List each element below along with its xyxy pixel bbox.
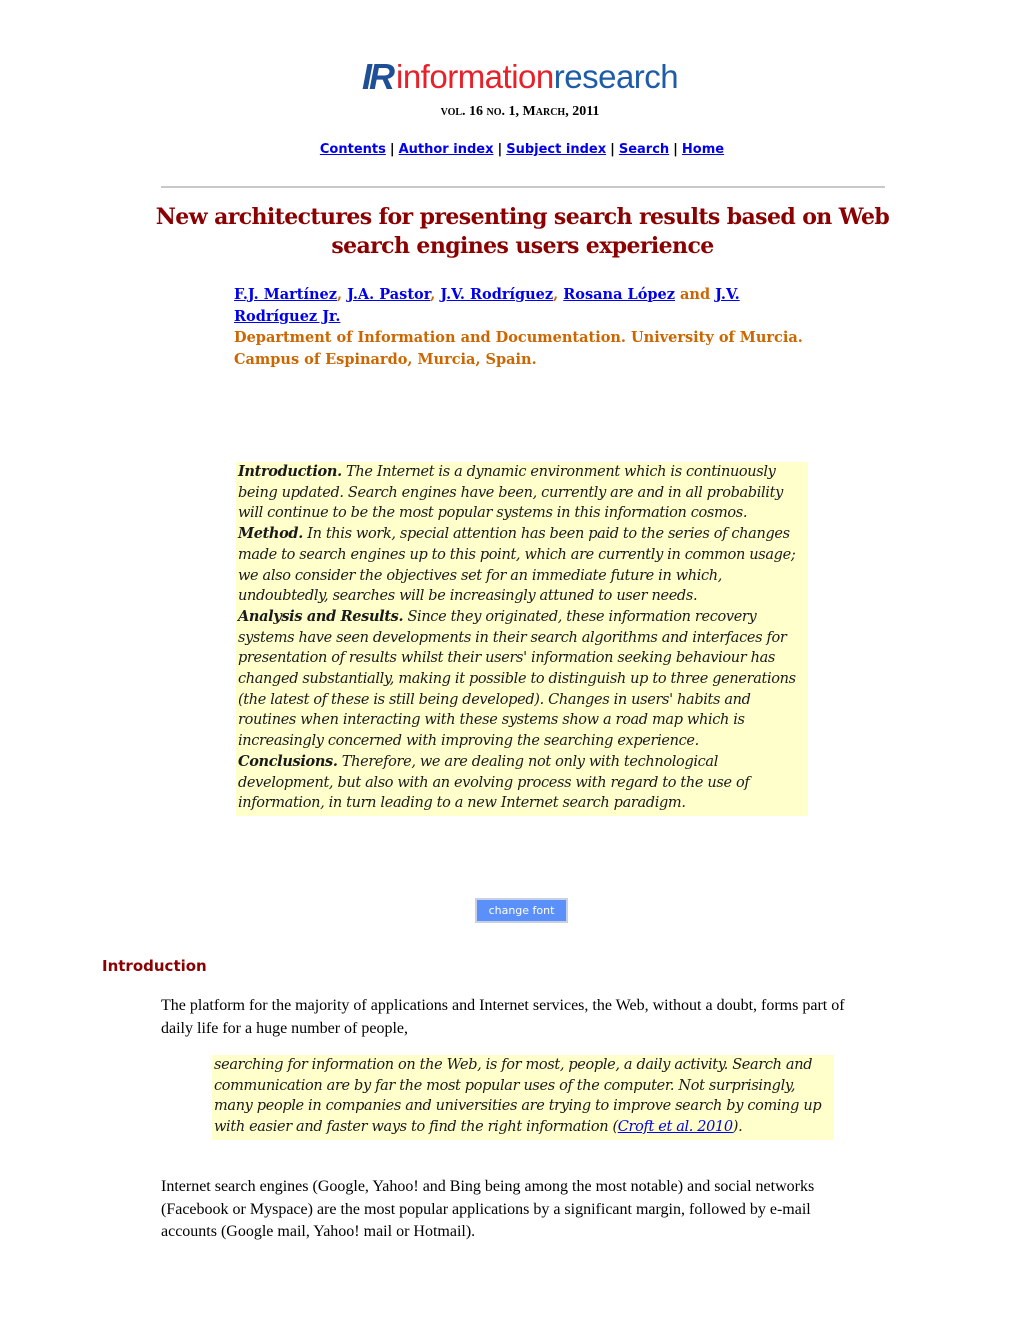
quote-close: ). xyxy=(732,1119,743,1136)
nav-separator: | xyxy=(389,142,395,157)
author-link[interactable]: J.V. Rodríguez xyxy=(440,286,553,303)
nav-subject-index[interactable]: Subject index xyxy=(506,142,606,157)
article-title: New architectures for presenting search … xyxy=(155,204,890,259)
nav-separator: | xyxy=(497,142,503,157)
blockquote: searching for information on the Web, is… xyxy=(212,1055,834,1140)
abstract-label-introduction: Introduction. xyxy=(238,463,342,480)
section-heading-introduction: Introduction xyxy=(102,957,207,975)
nav-separator: | xyxy=(673,142,678,157)
author-separator: , xyxy=(553,286,564,303)
site-logo[interactable]: IR information research xyxy=(362,55,679,97)
logo-ir-mark: IR xyxy=(362,56,395,97)
citation-link[interactable]: Croft et al. 2010 xyxy=(618,1119,733,1135)
nav-contents[interactable]: Contents xyxy=(320,142,386,157)
author-link[interactable]: Rosana López xyxy=(563,286,675,303)
abstract-label-conclusions: Conclusions. xyxy=(238,752,338,770)
body-paragraph: The platform for the majority of applica… xyxy=(161,997,845,1037)
author-separator: , xyxy=(337,286,348,303)
change-font-button[interactable]: change font xyxy=(475,898,568,923)
author-block: F.J. Martínez, J.A. Pastor, J.V. Rodrígu… xyxy=(234,284,814,370)
nav-author-index[interactable]: Author index xyxy=(399,142,494,157)
header-divider xyxy=(161,186,885,188)
abstract-label-analysis: Analysis and Results. xyxy=(238,607,404,625)
abstract-text-method: In this work, special attention has been… xyxy=(238,526,796,605)
nav-search[interactable]: Search xyxy=(619,142,669,157)
top-nav: Contents | Author index | Subject index | Sear… xyxy=(0,142,1020,157)
nav-separator: | xyxy=(610,142,615,157)
author-separator: , xyxy=(430,286,441,303)
author-link[interactable]: F.J. Martínez xyxy=(234,286,337,303)
logo-information-text: information xyxy=(396,58,554,95)
abstract-box: Introduction. The Internet is a dynamic … xyxy=(236,462,808,816)
author-separator: and xyxy=(674,286,716,303)
issue-info: vol. 16 no. 1, March, 2011 xyxy=(440,104,600,119)
affiliation: Department of Information and Documentat… xyxy=(234,329,803,368)
nav-home[interactable]: Home xyxy=(682,142,724,157)
abstract-label-method: Method. xyxy=(238,525,303,543)
author-link[interactable]: J.A. Pastor xyxy=(347,286,430,303)
body-paragraph: Internet search engines (Google, Yahoo! … xyxy=(161,1178,815,1240)
abstract-text-analysis: Since they originated, these information… xyxy=(238,608,796,750)
logo-research-text: research xyxy=(553,58,679,95)
quote-open-paren: ( xyxy=(608,1119,618,1136)
